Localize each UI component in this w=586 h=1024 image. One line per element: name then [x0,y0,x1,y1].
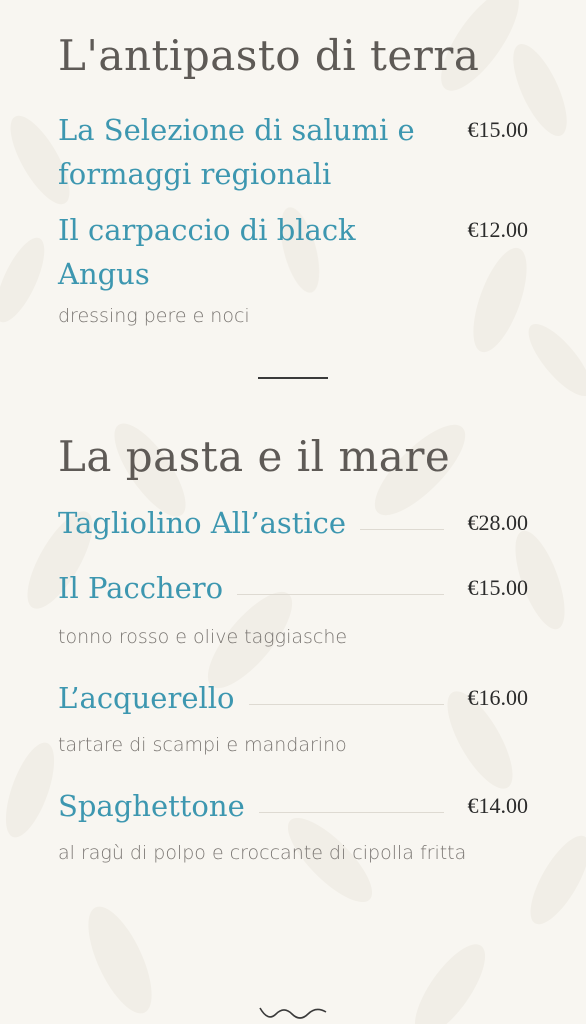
item-price: €15.00 [467,117,529,142]
menu-item: Spaghettone €14.00 [58,784,528,828]
leader-line [360,528,444,530]
item-description: tartare di scampi e mandarino [58,734,347,756]
section-antipasto: L'antipasto di terra La Selezione di sal… [58,0,528,330]
item-name: Il Pacchero [58,571,224,605]
divider-line [258,377,328,379]
item-name: La Selezione di salumi e formaggi region… [58,113,415,191]
wave-ornament-icon [259,1007,327,1019]
item-name: Il carpaccio di black Angus [58,213,356,291]
item-description: tonno rosso e olive taggiasche [58,626,348,648]
item-price: €16.00 [467,685,529,710]
item-price: €14.00 [467,793,529,818]
menu-content: L'antipasto di terra La Selezione di sal… [0,0,586,867]
section-title: La pasta e il mare [58,432,451,481]
leader-line [237,593,444,595]
leader-line [258,811,444,813]
menu-item: La Selezione di salumi e formaggi region… [58,108,528,196]
item-price: €12.00 [467,217,529,242]
item-name: Spaghettone [58,789,245,823]
menu-item: L’acquerello €16.00 [58,676,528,720]
item-description: dressing pere e noci [58,305,250,327]
item-description: al ragù di polpo e croccante di cipolla … [58,842,467,864]
item-price: €28.00 [467,510,529,535]
menu-item: Tagliolino All’astice €28.00 [58,501,528,545]
section-title: L'antipasto di terra [58,31,480,80]
leader-line [248,703,444,705]
menu-item: Il Pacchero €15.00 [58,566,528,610]
item-name: L’acquerello [58,681,235,715]
section-pasta-mare: La pasta e il mare Tagliolino All’astice… [58,425,528,867]
menu-item: Il carpaccio di black Angus €12.00 [58,208,528,296]
item-name: Tagliolino All’astice [58,506,347,540]
item-price: €15.00 [467,575,529,600]
